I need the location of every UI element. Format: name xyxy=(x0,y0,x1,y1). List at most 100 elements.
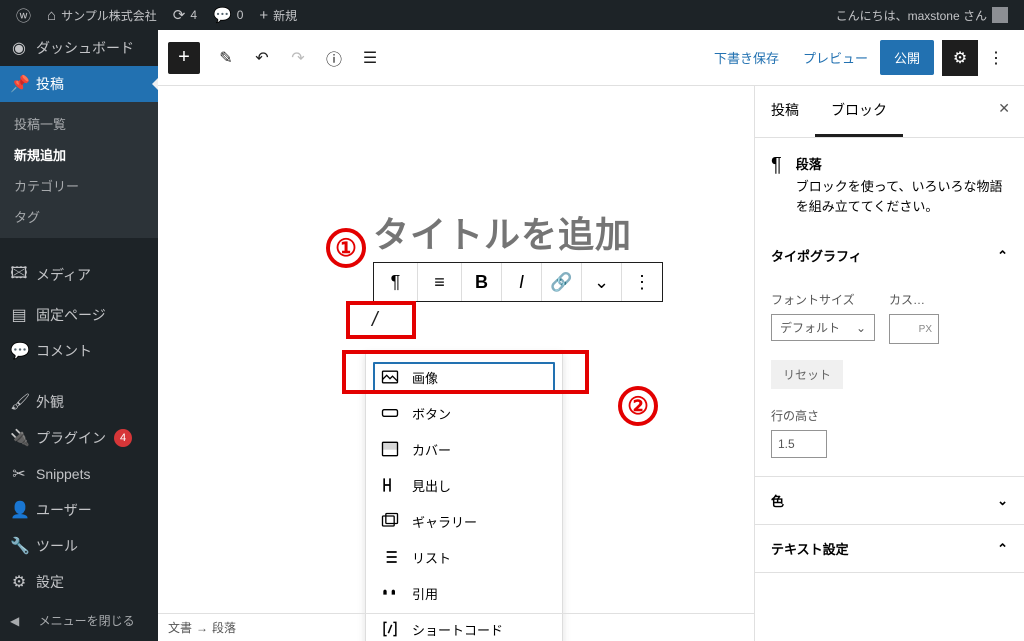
chevron-down-icon: ⌄ xyxy=(856,321,866,335)
save-draft-button[interactable]: 下書き保存 xyxy=(702,48,791,67)
block-type-label: 段落 xyxy=(796,154,1008,173)
italic-button[interactable]: I xyxy=(502,263,542,301)
sidebar-comments[interactable]: 💬コメント xyxy=(0,333,158,369)
font-size-select[interactable]: デフォルト ⌄ xyxy=(771,314,875,341)
line-height-input[interactable]: 1.5 xyxy=(771,430,827,458)
settings-toggle-button[interactable]: ⚙ xyxy=(942,40,978,76)
block-menu-item-image[interactable]: 画像 xyxy=(372,361,556,393)
breadcrumb-sep: → xyxy=(196,621,208,635)
wp-logo[interactable]: ⓦ xyxy=(8,0,39,30)
sidebar-dashboard[interactable]: ◉ダッシュボード xyxy=(0,30,158,66)
tab-post[interactable]: 投稿 xyxy=(755,86,815,137)
sidebar-posts-tag[interactable]: タグ xyxy=(0,201,158,232)
scissors-icon: ✂ xyxy=(10,464,28,484)
sidebar-posts-submenu: 投稿一覧 新規追加 カテゴリー タグ xyxy=(0,102,158,238)
bold-button[interactable]: B xyxy=(462,263,502,301)
link-button[interactable]: 🔗 xyxy=(542,263,582,301)
sidebar-posts[interactable]: 📌投稿 xyxy=(0,66,158,102)
reset-font-button[interactable]: リセット xyxy=(771,360,843,389)
outline-button[interactable]: ☰ xyxy=(352,40,388,76)
publish-button[interactable]: 公開 xyxy=(880,40,934,75)
sliders-icon: ⚙ xyxy=(10,572,28,592)
block-menu-item-cover[interactable]: カバー xyxy=(366,431,562,467)
sidebar-plugins[interactable]: 🔌プラグイン4 xyxy=(0,420,158,456)
sidebar-users-label: ユーザー xyxy=(36,500,92,520)
typography-panel-toggle[interactable]: タイポグラフィ ⌃ xyxy=(755,232,1024,279)
more-format-button[interactable]: ⌄ xyxy=(582,263,622,301)
wordpress-icon: ⓦ xyxy=(16,5,31,26)
sidebar-posts-all[interactable]: 投稿一覧 xyxy=(0,108,158,139)
greeting[interactable]: こんにちは、maxstone さん xyxy=(828,0,1016,30)
close-settings[interactable]: ✕ xyxy=(984,86,1024,137)
quote-icon xyxy=(380,583,400,603)
pencil-icon: ✎ xyxy=(219,48,232,68)
outline-icon: ☰ xyxy=(363,48,377,68)
breadcrumb-leaf[interactable]: 段落 xyxy=(212,619,236,636)
updates-count: 4 xyxy=(190,8,197,22)
line-height-label: 行の高さ xyxy=(771,407,1008,424)
site-home[interactable]: ⌂サンプル株式会社 xyxy=(39,0,165,30)
image-icon xyxy=(380,367,400,387)
block-menu-item-heading[interactable]: 見出し xyxy=(366,467,562,503)
sidebar-appearance[interactable]: 🖌外観 xyxy=(0,384,158,420)
block-format-toolbar: ¶ ≡ B I 🔗 ⌄ ⋮ xyxy=(373,262,663,302)
tab-block[interactable]: ブロック xyxy=(815,86,903,137)
sidebar-pages[interactable]: ▤固定ページ xyxy=(0,297,158,333)
custom-size-label: カス… xyxy=(889,291,939,308)
transform-block-button[interactable]: ¶ xyxy=(374,263,418,301)
align-button[interactable]: ≡ xyxy=(418,263,462,301)
new-content[interactable]: +新規 xyxy=(251,0,305,30)
block-options-button[interactable]: ⋮ xyxy=(622,263,662,301)
annotation-1: ① xyxy=(326,228,366,268)
block-inserter-menu: 画像ボタンカバー見出しギャラリーリスト引用ショートコードアーカイブ xyxy=(365,352,563,641)
list-icon xyxy=(380,547,400,567)
text-settings-panel-toggle[interactable]: テキスト設定 ⌃ xyxy=(755,525,1024,572)
close-icon: ✕ xyxy=(998,100,1010,116)
custom-size-input[interactable]: PX xyxy=(889,314,939,344)
gallery-icon xyxy=(380,511,400,531)
font-size-value: デフォルト xyxy=(780,319,840,336)
editor-canvas[interactable]: タイトルを追加 ¶ ≡ B I 🔗 ⌄ ⋮ ① ② / 画像ボタンカバー見出し xyxy=(158,86,754,641)
annotation-2: ② xyxy=(618,386,658,426)
block-menu-item-list[interactable]: リスト xyxy=(366,539,562,575)
more-menu-button[interactable]: ⋮ xyxy=(978,40,1014,76)
breadcrumb-root[interactable]: 文書 xyxy=(168,619,192,636)
sidebar-users[interactable]: 👤ユーザー xyxy=(0,492,158,528)
edit-mode-button[interactable]: ✎ xyxy=(208,40,244,76)
sidebar-collapse[interactable]: ◀メニューを閉じる xyxy=(0,600,158,641)
dashboard-icon: ◉ xyxy=(10,38,28,58)
block-menu-item-quote[interactable]: 引用 xyxy=(366,575,562,611)
sidebar-snippets[interactable]: ✂Snippets xyxy=(0,456,158,492)
wrench-icon: 🔧 xyxy=(10,536,28,556)
sidebar-tools[interactable]: 🔧ツール xyxy=(0,528,158,564)
undo-button[interactable]: ↶ xyxy=(244,40,280,76)
info-icon: ⓘ xyxy=(326,46,342,70)
settings-panel: 投稿 ブロック ✕ ¶ 段落 ブロックを使って、いろいろな物語を組み立ててくださ… xyxy=(754,86,1024,641)
updates[interactable]: ⟳4 xyxy=(165,0,205,30)
comments-link[interactable]: 💬0 xyxy=(205,0,251,30)
preview-button[interactable]: プレビュー xyxy=(791,48,880,67)
block-menu-item-button[interactable]: ボタン xyxy=(366,395,562,431)
block-menu-item-label: ボタン xyxy=(412,404,451,423)
sidebar-media[interactable]: 🖾メディア xyxy=(0,254,158,297)
add-block-button[interactable]: + xyxy=(168,42,200,74)
bold-icon: B xyxy=(475,272,488,293)
paragraph-icon: ¶ xyxy=(391,272,401,293)
plugin-icon: 🔌 xyxy=(10,428,28,448)
block-menu-item-gallery[interactable]: ギャラリー xyxy=(366,503,562,539)
info-button[interactable]: ⓘ xyxy=(316,40,352,76)
chevron-down-icon: ⌄ xyxy=(594,272,609,293)
sidebar-collapse-label: メニューを閉じる xyxy=(25,612,148,629)
color-panel-toggle[interactable]: 色 ⌄ xyxy=(755,477,1024,524)
block-desc-text: ブロックを使って、いろいろな物語を組み立ててください。 xyxy=(796,177,1008,216)
plus-icon: + xyxy=(259,7,268,24)
sidebar-posts-new[interactable]: 新規追加 xyxy=(0,139,158,170)
sidebar-settings[interactable]: ⚙設定 xyxy=(0,564,158,600)
redo-icon: ↷ xyxy=(291,48,304,68)
sidebar-posts-cat[interactable]: カテゴリー xyxy=(0,170,158,201)
post-title-placeholder: タイトルを追加 xyxy=(373,206,632,258)
sidebar-appearance-label: 外観 xyxy=(36,392,64,412)
sidebar-plugins-label: プラグイン xyxy=(36,428,106,448)
admin-sidebar: ◉ダッシュボード 📌投稿 投稿一覧 新規追加 カテゴリー タグ 🖾メディア ▤固… xyxy=(0,30,158,641)
redo-button[interactable]: ↷ xyxy=(280,40,316,76)
